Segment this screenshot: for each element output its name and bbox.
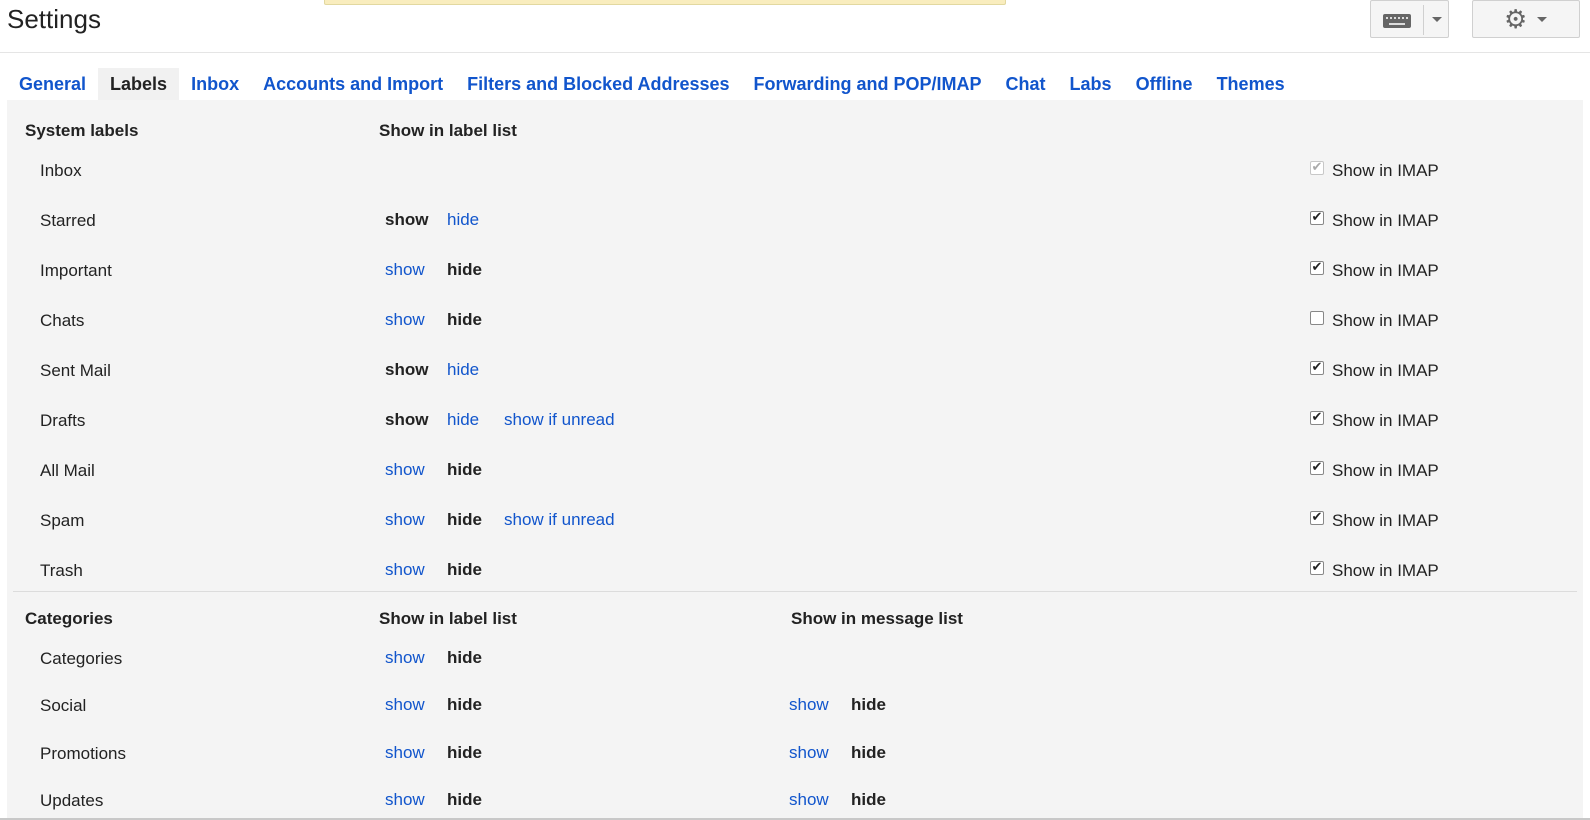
social-message-list-hide-option: hide	[851, 695, 886, 714]
imap-checkbox[interactable]: ✔	[1310, 361, 1324, 375]
section-divider	[13, 591, 1577, 592]
label-row-spam: Spam	[40, 511, 85, 530]
drafts-show-if-unread-option[interactable]: show if unread	[504, 410, 615, 430]
imap-checkbox-label: Show in IMAP	[1332, 411, 1439, 430]
sent-mail-hide-option[interactable]: hide	[447, 360, 479, 380]
header-divider	[0, 52, 1590, 53]
promotions-label-list-hide-option: hide	[447, 743, 482, 762]
imap-checkbox-label: Show in IMAP	[1332, 361, 1439, 380]
categories-heading: Categories	[25, 609, 113, 628]
label-row-chats: Chats	[40, 311, 85, 330]
chevron-down-icon	[1537, 17, 1547, 22]
label-row-inbox: Inbox	[40, 161, 82, 180]
category-row-updates: Updates	[40, 791, 104, 810]
social-label-list-show-option[interactable]: show	[385, 695, 425, 715]
categories-label-list-show-option[interactable]: show	[385, 648, 425, 668]
trash-hide-option: hide	[447, 560, 482, 579]
keyboard-button[interactable]	[1370, 0, 1449, 38]
starred-hide-option[interactable]: hide	[447, 210, 479, 230]
button-separator	[1423, 5, 1424, 35]
chats-hide-option: hide	[447, 310, 482, 329]
imap-checkbox[interactable]: ✔	[1310, 561, 1324, 575]
important-hide-option: hide	[447, 260, 482, 279]
updates-label-list-show-option[interactable]: show	[385, 790, 425, 810]
tab-labs[interactable]: Labs	[1058, 68, 1124, 100]
chevron-down-icon[interactable]	[1432, 17, 1442, 22]
imap-checkbox-label: Show in IMAP	[1332, 261, 1439, 280]
labels-settings-panel: System labels Show in label list Inbox ✔ S…	[7, 100, 1583, 820]
promotions-message-list-hide-option: hide	[851, 743, 886, 762]
updates-label-list-hide-option: hide	[447, 790, 482, 809]
sent-mail-show-option: show	[385, 360, 429, 379]
settings-tabs: General Labels Inbox Accounts and Import Fil…	[7, 68, 1297, 100]
promotions-label-list-show-option[interactable]: show	[385, 743, 425, 763]
tab-inbox[interactable]: Inbox	[179, 68, 251, 100]
imap-checkbox-label: Show in IMAP	[1332, 561, 1439, 580]
label-row-important: Important	[40, 261, 112, 280]
important-show-option[interactable]: show	[385, 260, 425, 280]
updates-message-list-show-option[interactable]: show	[789, 790, 829, 810]
promotions-message-list-show-option[interactable]: show	[789, 743, 829, 763]
show-in-label-list-heading: Show in label list	[379, 121, 517, 140]
imap-checkbox-label: Show in IMAP	[1332, 161, 1439, 180]
imap-checkbox-label: Show in IMAP	[1332, 461, 1439, 480]
imap-checkbox[interactable]: ✔	[1310, 411, 1324, 425]
categories-label-list-heading: Show in label list	[379, 609, 517, 628]
spam-show-option[interactable]: show	[385, 510, 425, 530]
drafts-show-option: show	[385, 410, 429, 429]
notification-bar	[324, 0, 1006, 5]
settings-button[interactable]: ⚙	[1472, 0, 1580, 38]
label-row-trash: Trash	[40, 561, 83, 580]
all-mail-hide-option: hide	[447, 460, 482, 479]
label-row-starred: Starred	[40, 211, 96, 230]
tab-chat[interactable]: Chat	[994, 68, 1058, 100]
starred-show-option: show	[385, 210, 429, 229]
imap-checkbox-label: Show in IMAP	[1332, 211, 1439, 230]
category-row-categories: Categories	[40, 649, 123, 668]
tab-offline[interactable]: Offline	[1124, 68, 1205, 100]
tab-themes[interactable]: Themes	[1205, 68, 1297, 100]
system-labels-heading: System labels	[25, 121, 139, 140]
updates-message-list-hide-option: hide	[851, 790, 886, 809]
imap-checkbox-label: Show in IMAP	[1332, 511, 1439, 530]
page-title: Settings	[7, 4, 101, 34]
category-row-promotions: Promotions	[40, 744, 126, 763]
spam-hide-option: hide	[447, 510, 482, 529]
keyboard-icon	[1383, 14, 1411, 28]
imap-checkbox[interactable]: ✔	[1310, 511, 1324, 525]
imap-checkbox: ✔	[1310, 160, 1324, 175]
trash-show-option[interactable]: show	[385, 560, 425, 580]
tab-filters-and-blocked-addresses[interactable]: Filters and Blocked Addresses	[455, 68, 741, 100]
tab-forwarding-and-pop-imap[interactable]: Forwarding and POP/IMAP	[742, 68, 994, 100]
imap-checkbox[interactable]: ✔	[1310, 261, 1324, 275]
category-row-social: Social	[40, 696, 87, 715]
spam-show-if-unread-option[interactable]: show if unread	[504, 510, 615, 530]
social-message-list-show-option[interactable]: show	[789, 695, 829, 715]
gear-icon: ⚙	[1504, 5, 1528, 35]
tab-accounts-and-import[interactable]: Accounts and Import	[251, 68, 455, 100]
imap-checkbox-label: Show in IMAP	[1332, 311, 1439, 330]
drafts-hide-option[interactable]: hide	[447, 410, 479, 430]
tab-labels[interactable]: Labels	[98, 68, 180, 100]
label-row-all-mail: All Mail	[40, 461, 95, 480]
chats-show-option[interactable]: show	[385, 310, 425, 330]
categories-message-list-heading: Show in message list	[791, 609, 963, 628]
all-mail-show-option[interactable]: show	[385, 460, 425, 480]
categories-label-list-hide-option: hide	[447, 648, 482, 667]
imap-checkbox[interactable]: ✔	[1310, 461, 1324, 475]
label-row-sent-mail: Sent Mail	[40, 361, 111, 380]
label-row-drafts: Drafts	[40, 411, 86, 430]
tab-general[interactable]: General	[7, 68, 98, 100]
imap-checkbox[interactable]	[1310, 311, 1324, 325]
social-label-list-hide-option: hide	[447, 695, 482, 714]
imap-checkbox[interactable]: ✔	[1310, 211, 1324, 225]
